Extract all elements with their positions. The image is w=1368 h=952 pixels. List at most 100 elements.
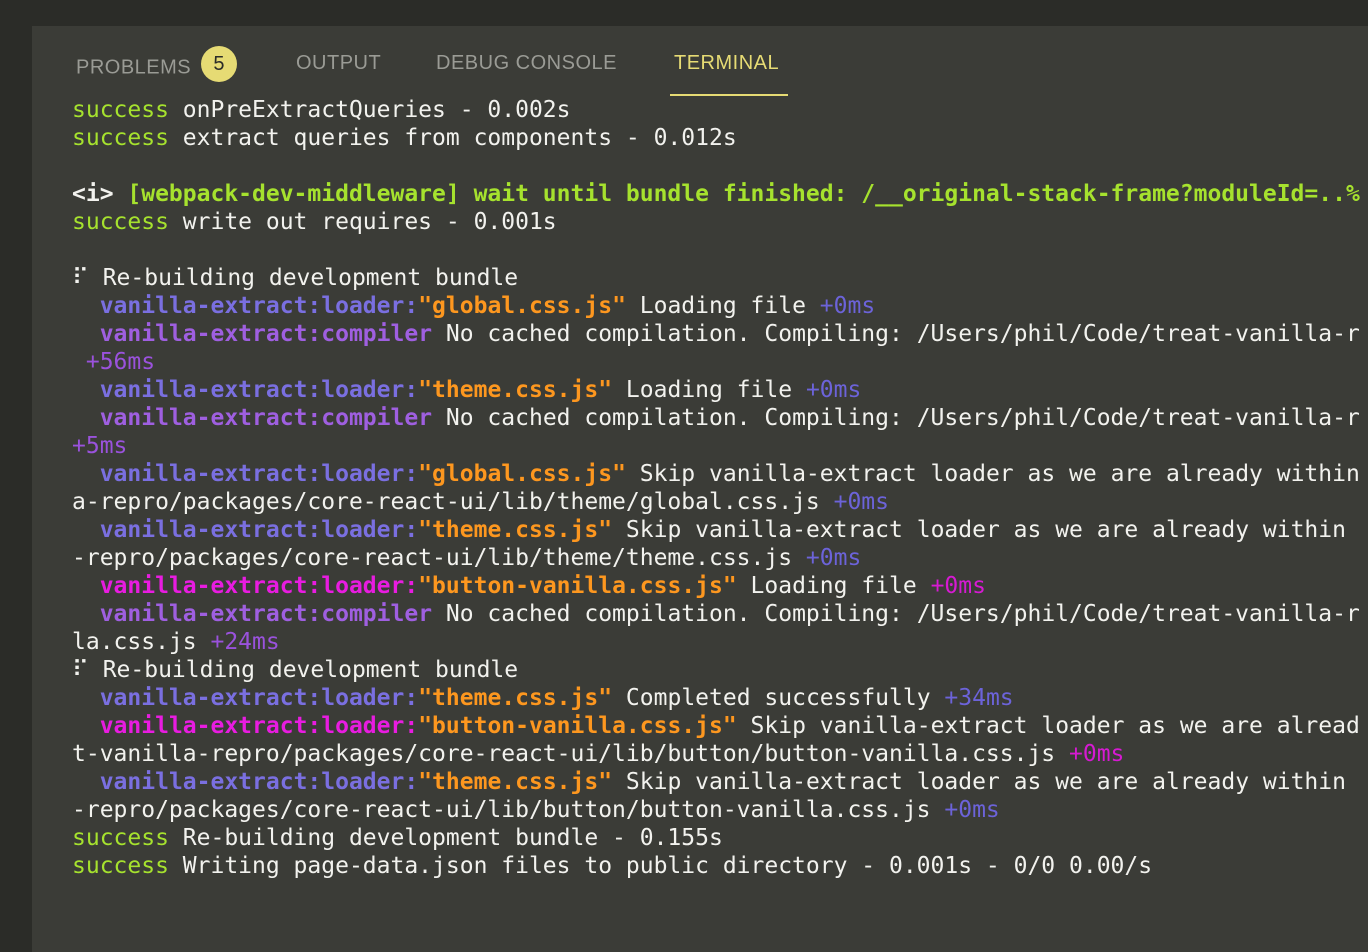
terminal-text: write out requires - 0.001s (168, 209, 557, 235)
terminal-line: -repro/packages/core-react-ui/lib/theme/… (72, 544, 1368, 572)
terminal-line: vanilla-extract:loader:"global.css.js" S… (72, 460, 1368, 488)
terminal-text: +24ms (210, 629, 280, 655)
terminal-line: la.css.js +24ms (72, 628, 1368, 656)
terminal-line: success Re-building development bundle -… (72, 824, 1368, 852)
terminal-text: Loading file (625, 293, 820, 319)
tab-problems[interactable]: PROBLEMS 5 (76, 46, 238, 94)
terminal-text: +56ms (72, 349, 156, 375)
terminal-text: vanilla-extract:loader: (99, 685, 419, 711)
terminal-output[interactable]: success onPreExtractQueries - 0.002s succ… (72, 96, 1368, 936)
tab-debug-console[interactable]: DEBUG CONSOLE (436, 50, 617, 94)
terminal-line: vanilla-extract:loader:"theme.css.js" Sk… (72, 768, 1368, 796)
terminal-line: +5ms (72, 432, 1368, 460)
terminal-text: vanilla-extract:loader: (99, 713, 419, 739)
terminal-line: vanilla-extract:compiler No cached compi… (72, 404, 1368, 432)
terminal-line: vanilla-extract:loader:"theme.css.js" Lo… (72, 376, 1368, 404)
terminal-line: vanilla-extract:compiler No cached compi… (72, 320, 1368, 348)
terminal-text: success (72, 97, 169, 123)
terminal-text: vanilla-extract:loader: (99, 573, 419, 599)
bottom-panel: PROBLEMS 5 OUTPUT DEBUG CONSOLE TERMINAL … (32, 26, 1368, 952)
terminal-text: "theme.css.js" (418, 377, 613, 403)
terminal-text: Skip vanilla-extract loader as we are al… (736, 713, 1360, 739)
terminal-line: t-vanilla-repro/packages/core-react-ui/l… (72, 740, 1368, 768)
terminal-text: -repro/packages/core-react-ui/lib/theme/… (72, 545, 806, 571)
terminal-text: vanilla-extract:loader: (99, 769, 419, 795)
terminal-text: Skip vanilla-extract loader as we are al… (612, 769, 1360, 795)
terminal-text: No cached compilation. Compiling: /Users… (432, 405, 1360, 431)
panel-tabs: PROBLEMS 5 OUTPUT DEBUG CONSOLE TERMINAL (32, 26, 1368, 96)
terminal-text: vanilla-extract:loader: (99, 293, 419, 319)
editor-edge (32, 0, 1368, 26)
terminal-text: success (72, 853, 169, 879)
terminal-text: ⠏ Re-building development bundle (72, 657, 519, 683)
tab-output-label: OUTPUT (296, 52, 382, 74)
terminal-text: t-vanilla-repro/packages/core-react-ui/l… (72, 741, 1069, 767)
terminal-text: <i> (72, 181, 128, 207)
terminal-text: "theme.css.js" (418, 769, 613, 795)
problems-count-badge: 5 (201, 46, 238, 82)
terminal-line: success Writing page-data.json files to … (72, 852, 1368, 880)
terminal-line: success onPreExtractQueries - 0.002s (72, 96, 1368, 124)
terminal-text: vanilla-extract:loader: (99, 517, 419, 543)
terminal-text: [webpack-dev-middleware] wait until bund… (127, 181, 1360, 207)
terminal-text: vanilla-extract:compiler (99, 405, 433, 431)
terminal-text: vanilla-extract:compiler (99, 601, 433, 627)
terminal-text: "global.css.js" (418, 461, 626, 487)
terminal-text: +5ms (72, 433, 128, 459)
terminal-text: Writing page-data.json files to public d… (168, 853, 1153, 879)
terminal-text: +0ms (944, 797, 1000, 823)
terminal-text: Completed successfully (612, 685, 945, 711)
tab-debug-console-label: DEBUG CONSOLE (436, 52, 617, 74)
terminal-text: vanilla-extract:loader: (99, 377, 419, 403)
terminal-text: No cached compilation. Compiling: /Users… (432, 601, 1360, 627)
terminal-line: vanilla-extract:loader:"global.css.js" L… (72, 292, 1368, 320)
terminal-text: onPreExtractQueries - 0.002s (168, 97, 571, 123)
terminal-text: +0ms (833, 489, 889, 515)
terminal-text: a-repro/packages/core-react-ui/lib/theme… (72, 489, 834, 515)
activity-bar-edge (0, 0, 32, 952)
terminal-line: vanilla-extract:loader:"button-vanilla.c… (72, 712, 1368, 740)
terminal-text: Skip vanilla-extract loader as we are al… (625, 461, 1360, 487)
terminal-line: vanilla-extract:loader:"theme.css.js" Co… (72, 684, 1368, 712)
tab-terminal[interactable]: TERMINAL (670, 50, 788, 96)
tab-problems-label: PROBLEMS (76, 56, 192, 79)
terminal-text: vanilla-extract:loader: (99, 461, 419, 487)
terminal-line: vanilla-extract:loader:"button-vanilla.c… (72, 572, 1368, 600)
terminal-text: success (72, 825, 169, 851)
terminal-text: la.css.js (72, 629, 211, 655)
terminal-line: vanilla-extract:compiler No cached compi… (72, 600, 1368, 628)
terminal-text: No cached compilation. Compiling: /Users… (432, 321, 1360, 347)
terminal-text: success (72, 125, 169, 151)
terminal-text: +0ms (805, 377, 862, 403)
terminal-line: success extract queries from components … (72, 124, 1368, 152)
terminal-text: Skip vanilla-extract loader as we are al… (612, 517, 1360, 543)
terminal-line: success write out requires - 0.001s (72, 208, 1368, 236)
terminal-text: Loading file (736, 573, 931, 599)
terminal-text: +0ms (805, 545, 862, 571)
terminal-text: success (72, 209, 169, 235)
terminal-text: Re-building development bundle - 0.155s (168, 825, 723, 851)
tab-output[interactable]: OUTPUT (296, 50, 381, 94)
terminal-text: "theme.css.js" (418, 517, 613, 543)
tab-terminal-label: TERMINAL (674, 52, 780, 74)
terminal-text: "global.css.js" (418, 293, 626, 319)
terminal-text: "button-vanilla.css.js" (418, 713, 737, 739)
terminal-line: vanilla-extract:loader:"theme.css.js" Sk… (72, 516, 1368, 544)
terminal-line: a-repro/packages/core-react-ui/lib/theme… (72, 488, 1368, 516)
terminal-text: +0ms (930, 573, 986, 599)
terminal-line: ⠏ Re-building development bundle (72, 264, 1368, 292)
terminal-text: +0ms (1069, 741, 1125, 767)
terminal-line: <i> [webpack-dev-middleware] wait until … (72, 180, 1368, 208)
